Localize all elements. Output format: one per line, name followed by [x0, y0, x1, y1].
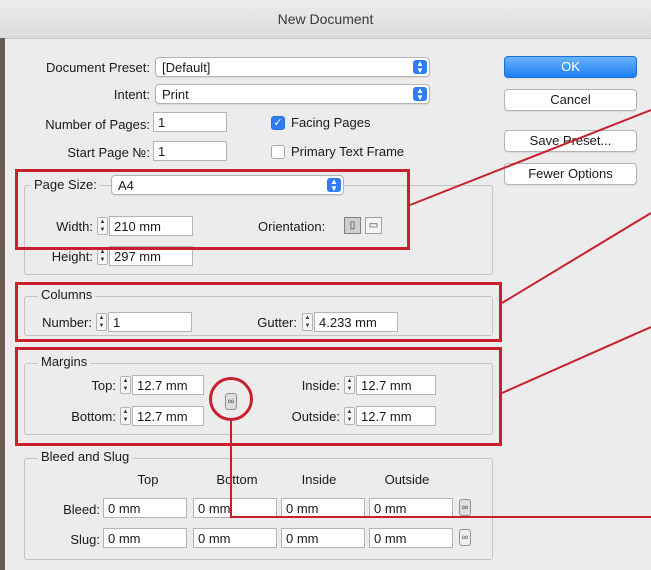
- columns-number-field[interactable]: 1: [108, 312, 192, 332]
- orientation-label: Orientation:: [258, 219, 326, 234]
- page-size-value: A4: [118, 178, 134, 193]
- gutter-field[interactable]: 4.233 mm: [314, 312, 398, 332]
- bleed-slug-title: Bleed and Slug: [38, 449, 133, 464]
- intent-value: Print: [162, 87, 189, 102]
- checkmark-icon: ✓: [273, 117, 283, 129]
- bleed-label: Bleed:: [63, 502, 100, 517]
- page-size-label: Page Size:: [31, 177, 100, 192]
- margin-outside-label: Outside:: [291, 409, 340, 424]
- slug-outside-field[interactable]: 0 mm: [369, 528, 453, 548]
- chevron-updown-icon: ▲ ▼: [413, 87, 427, 102]
- primary-text-frame-checkbox[interactable]: [271, 145, 285, 159]
- columns-number-stepper[interactable]: ▲ ▼: [96, 313, 107, 331]
- slug-inside-field[interactable]: 0 mm: [281, 528, 365, 548]
- margin-bottom-control: ▲ ▼ 12.7 mm: [120, 406, 204, 426]
- gutter-label: Gutter:: [257, 315, 297, 330]
- chevron-updown-icon: ▲ ▼: [327, 178, 341, 193]
- fewer-options-button[interactable]: Fewer Options: [504, 163, 637, 185]
- columns-number-label: Number:: [42, 315, 92, 330]
- slug-bottom-field[interactable]: 0 mm: [193, 528, 277, 548]
- window-title: New Document: [0, 0, 651, 39]
- margin-outside-field[interactable]: 12.7 mm: [356, 406, 436, 426]
- width-label: Width:: [56, 219, 93, 234]
- column-header: Outside: [384, 472, 430, 487]
- height-label: Height:: [51, 249, 93, 264]
- margin-top-label: Top:: [91, 378, 116, 393]
- background-edge: [0, 38, 5, 570]
- margin-top-control: ▲ ▼ 12.7 mm: [120, 375, 204, 395]
- gutter-stepper[interactable]: ▲ ▼: [302, 313, 313, 331]
- margin-top-field[interactable]: 12.7 mm: [132, 375, 204, 395]
- primary-text-frame-label: Primary Text Frame: [291, 144, 405, 159]
- cancel-button[interactable]: Cancel: [504, 89, 637, 111]
- width-field[interactable]: 210 mm: [109, 216, 193, 236]
- column-header: Bottom: [216, 472, 258, 487]
- column-header: Inside: [301, 472, 337, 487]
- bleed-outside-field[interactable]: 0 mm: [369, 498, 453, 518]
- save-preset-button[interactable]: Save Preset...: [504, 130, 637, 152]
- column-header: Top: [137, 472, 159, 487]
- facing-pages-label: Facing Pages: [291, 115, 371, 130]
- document-preset-label: Document Preset:: [45, 60, 150, 75]
- document-preset-value: [Default]: [162, 60, 211, 75]
- margins-title: Margins: [38, 354, 91, 369]
- slug-label: Slug:: [70, 532, 100, 547]
- document-preset-select[interactable]: [Default] ▲ ▼: [155, 57, 430, 77]
- height-control: ▲ ▼ 297 mm: [97, 246, 193, 266]
- margin-outside-stepper[interactable]: ▲ ▼: [344, 407, 355, 425]
- margin-bottom-label: Bottom:: [71, 409, 116, 424]
- intent-select[interactable]: Print ▲ ▼: [155, 84, 430, 104]
- start-page-field[interactable]: 1: [153, 141, 227, 161]
- margin-inside-stepper[interactable]: ▲ ▼: [344, 376, 355, 394]
- columns-number-control: ▲ ▼ 1: [96, 312, 192, 332]
- bleed-bottom-field[interactable]: 0 mm: [193, 498, 277, 518]
- number-of-pages-label: Number of Pages:: [45, 117, 150, 132]
- start-page-label: Start Page №:: [67, 145, 150, 160]
- width-stepper[interactable]: ▲ ▼: [97, 217, 108, 235]
- margin-bottom-field[interactable]: 12.7 mm: [132, 406, 204, 426]
- margin-inside-field[interactable]: 12.7 mm: [356, 375, 436, 395]
- chevron-updown-icon: ▲ ▼: [413, 60, 427, 75]
- slug-top-field[interactable]: 0 mm: [103, 528, 187, 548]
- intent-label: Intent:: [113, 87, 150, 102]
- ok-button[interactable]: OK: [504, 56, 637, 78]
- page-size-select[interactable]: A4 ▲ ▼: [111, 175, 344, 195]
- slug-chain-link-icon[interactable]: ∞: [459, 529, 471, 546]
- margin-outside-control: ▲ ▼ 12.7 mm: [344, 406, 436, 426]
- margin-bottom-stepper[interactable]: ▲ ▼: [120, 407, 131, 425]
- bleed-top-field[interactable]: 0 mm: [103, 498, 187, 518]
- height-stepper[interactable]: ▲ ▼: [97, 247, 108, 265]
- width-control: ▲ ▼ 210 mm: [97, 216, 193, 236]
- new-document-dialog: New Document Document Preset: [Default] …: [0, 0, 651, 570]
- bleed-chain-link-icon[interactable]: ∞: [459, 499, 471, 516]
- chain-link-icon[interactable]: ∞: [225, 393, 237, 410]
- portrait-orientation-icon[interactable]: ▯: [344, 217, 361, 234]
- margin-top-stepper[interactable]: ▲ ▼: [120, 376, 131, 394]
- gutter-control: ▲ ▼ 4.233 mm: [302, 312, 398, 332]
- facing-pages-checkbox[interactable]: ✓: [271, 116, 285, 130]
- bleed-inside-field[interactable]: 0 mm: [281, 498, 365, 518]
- landscape-orientation-icon[interactable]: ▭: [365, 217, 382, 234]
- height-field[interactable]: 297 mm: [109, 246, 193, 266]
- columns-title: Columns: [38, 287, 96, 302]
- number-of-pages-field[interactable]: 1: [153, 112, 227, 132]
- margin-inside-control: ▲ ▼ 12.7 mm: [344, 375, 436, 395]
- margin-inside-label: Inside:: [301, 378, 340, 393]
